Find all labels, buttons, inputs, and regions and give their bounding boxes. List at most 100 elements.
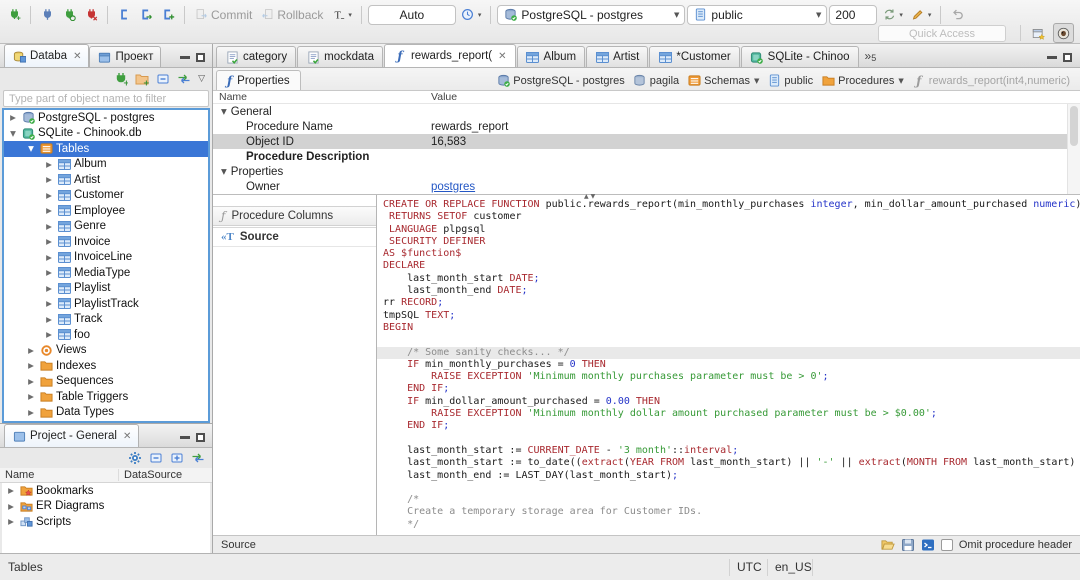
new-sql-editor-button[interactable] — [158, 4, 178, 26]
expand-arrow-icon[interactable]: ▶ — [44, 237, 54, 246]
minimize-icon[interactable] — [1047, 56, 1057, 59]
editor-tab-customer[interactable]: *Customer — [649, 46, 740, 67]
tree-item-postgresql-postgres[interactable]: ▶ PostgreSQL - postgres — [4, 110, 208, 126]
dbeaver-perspective-button[interactable] — [1053, 23, 1074, 43]
property-row-object-id[interactable]: Object ID 16,583 — [213, 134, 1080, 149]
expand-arrow-icon[interactable]: ▶ — [44, 330, 54, 339]
breadcrumb-item-postgresql-postgres[interactable]: PostgreSQL - postgres — [496, 74, 625, 87]
tab-project-general[interactable]: Project - General ✕ — [4, 424, 140, 447]
expand-arrow-icon[interactable]: ▶ — [6, 486, 16, 495]
tab-database-navigator[interactable]: Databa ✕ — [4, 44, 90, 67]
expand-arrow-icon[interactable]: ▶ — [44, 175, 54, 184]
link-with-editor-icon[interactable] — [191, 451, 205, 465]
editor-tab-sqlite-chinoo[interactable]: SQLite - Chinoo — [740, 46, 859, 67]
commit-button[interactable]: Commit — [191, 4, 255, 26]
minimize-icon[interactable] — [180, 56, 190, 59]
tree-item-indexes[interactable]: ▶ Indexes — [4, 358, 208, 374]
source-code-editor[interactable]: CREATE OR REPLACE FUNCTION public.reward… — [377, 195, 1080, 535]
maximize-icon[interactable] — [1063, 53, 1072, 62]
property-row-procedure-description[interactable]: Procedure Description — [213, 149, 1080, 164]
group-collapse-icon[interactable]: ▼ — [221, 107, 227, 116]
quick-access-input[interactable] — [878, 25, 1006, 42]
editor-tab-category[interactable]: category — [216, 46, 297, 67]
reconnect-button[interactable] — [59, 4, 79, 26]
expand-arrow-icon[interactable]: ▶ — [8, 113, 18, 122]
expand-arrow-icon[interactable]: ▶ — [6, 517, 16, 526]
active-schema-select[interactable]: public ▼ — [687, 4, 828, 25]
tree-item-genre[interactable]: ▶ Genre — [4, 219, 208, 235]
expand-arrow-icon[interactable]: ▶ — [44, 253, 54, 262]
tree-item-artist[interactable]: ▶ Artist — [4, 172, 208, 188]
omit-procedure-header-checkbox[interactable] — [940, 538, 953, 551]
column-header-name[interactable]: Name — [213, 91, 428, 103]
tree-item-playlist[interactable]: ▶ Playlist — [4, 281, 208, 297]
tab-properties[interactable]: ƒ Properties — [216, 70, 301, 90]
breadcrumb-item-public[interactable]: public — [767, 74, 813, 87]
tree-item-sqlite-chinook-db[interactable]: ▼ SQLite - Chinook.db — [4, 126, 208, 142]
expand-arrow-icon[interactable]: ▶ — [44, 284, 54, 293]
new-connection-button[interactable]: + — [4, 4, 24, 26]
tree-item-foo[interactable]: ▶ foo — [4, 327, 208, 343]
property-row-general[interactable]: ▼ General — [213, 104, 1080, 119]
locale-label[interactable]: en_US — [775, 560, 812, 574]
tree-item-customer[interactable]: ▶ Customer — [4, 188, 208, 204]
collapse-all-icon[interactable] — [156, 72, 170, 86]
object-filter-input[interactable] — [3, 90, 209, 107]
tree-item-data-types[interactable]: ▶ Data Types — [4, 405, 208, 421]
expand-arrow-icon[interactable]: ▶ — [44, 299, 54, 308]
side-tab-source[interactable]: «T Source — [213, 227, 376, 247]
property-row-properties[interactable]: ▼ Properties — [213, 164, 1080, 179]
expand-arrow-icon[interactable]: ▶ — [26, 346, 36, 355]
open-file-icon[interactable] — [881, 538, 895, 551]
expand-arrow-icon[interactable]: ▶ — [44, 160, 54, 169]
property-row-owner[interactable]: Owner postgres — [213, 179, 1080, 194]
view-menu-icon[interactable]: ▽ — [198, 74, 205, 84]
rollback-button[interactable]: Rollback — [257, 4, 326, 26]
group-collapse-icon[interactable]: ▼ — [221, 167, 227, 176]
expand-arrow-icon[interactable]: ▶ — [44, 315, 54, 324]
splitter-handle[interactable]: ▲▼ — [584, 193, 597, 200]
close-icon[interactable]: ✕ — [498, 51, 506, 62]
breadcrumb-item-pagila[interactable]: pagila — [633, 74, 679, 87]
expand-arrow-icon[interactable]: ▶ — [26, 408, 36, 417]
project-item-scripts[interactable]: ▶ Scripts — [2, 514, 210, 530]
open-perspective-button[interactable] — [1028, 23, 1049, 43]
tree-item-invoice[interactable]: ▶ Invoice — [4, 234, 208, 250]
collapse-all-icon[interactable] — [149, 451, 163, 465]
transaction-history-button[interactable]: ▾ — [458, 4, 485, 26]
tree-item-album[interactable]: ▶ Album — [4, 157, 208, 173]
expand-arrow-icon[interactable]: ▼ — [26, 144, 36, 153]
maximize-icon[interactable] — [196, 53, 205, 62]
close-icon[interactable]: ✕ — [73, 51, 81, 62]
gear-icon[interactable] — [128, 451, 142, 465]
fetch-size-input[interactable]: 200 — [829, 4, 878, 25]
side-tab-procedure-columns[interactable]: ƒ Procedure Columns — [213, 206, 376, 226]
save-icon[interactable] — [901, 538, 915, 551]
property-row-procedure-name[interactable]: Procedure Name rewards_report — [213, 119, 1080, 134]
expand-arrow-icon[interactable]: ▼ — [8, 129, 18, 138]
project-item-bookmarks[interactable]: ▶ Bookmarks — [2, 483, 210, 499]
editor-tab-artist[interactable]: Artist — [586, 46, 649, 67]
timezone-label[interactable]: UTC — [737, 560, 762, 574]
tree-item-playlisttrack[interactable]: ▶ PlaylistTrack — [4, 296, 208, 312]
breadcrumb-item-rewards-report-int4-numeric[interactable]: ƒ rewards_report(int4,numeric) — [912, 74, 1070, 87]
tree-item-track[interactable]: ▶ Track — [4, 312, 208, 328]
tree-item-views[interactable]: ▶ Views — [4, 343, 208, 359]
dropdown-caret[interactable]: ▼ — [754, 77, 759, 85]
tree-item-employee[interactable]: ▶ Employee — [4, 203, 208, 219]
tree-item-mediatype[interactable]: ▶ MediaType — [4, 265, 208, 281]
refresh-button[interactable]: ▾ — [879, 4, 906, 26]
column-header-value[interactable]: Value — [428, 91, 1080, 103]
expand-arrow-icon[interactable]: ▶ — [44, 268, 54, 277]
disconnect-button[interactable] — [81, 4, 101, 26]
expand-arrow-icon[interactable]: ▶ — [6, 502, 16, 511]
recent-sql-editor-button[interactable] — [136, 4, 156, 26]
transaction-mode-select[interactable]: Auto — [367, 4, 456, 25]
expand-arrow-icon[interactable]: ▶ — [44, 206, 54, 215]
editor-tab-album[interactable]: Album — [516, 46, 586, 67]
maximize-icon[interactable] — [196, 433, 205, 442]
sql-editor-button[interactable] — [114, 4, 134, 26]
expand-arrow-icon[interactable]: ▶ — [26, 377, 36, 386]
expand-arrow-icon[interactable]: ▶ — [26, 392, 36, 401]
active-connection-select[interactable]: PostgreSQL - postgres ▼ — [497, 4, 686, 25]
